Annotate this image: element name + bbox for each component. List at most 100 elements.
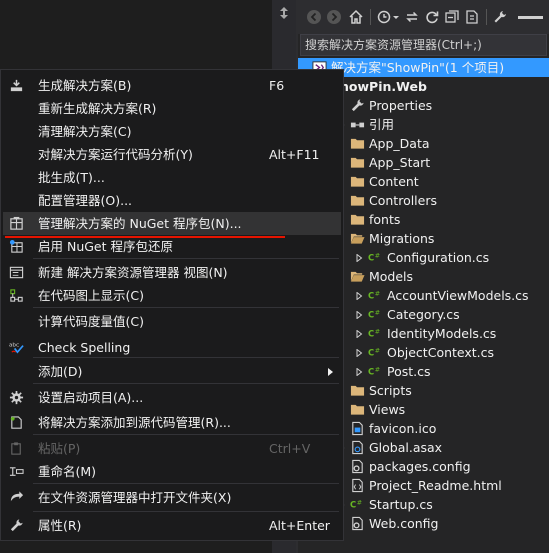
menu-item[interactable]: 设置启动项目(A)...: [3, 386, 341, 409]
show-all-files-icon[interactable]: [464, 9, 480, 25]
menu-item[interactable]: abc Check Spelling: [3, 336, 341, 359]
menu-item-label: 设置启动项目(A)...: [38, 390, 144, 405]
menu-item-shortcut: F6: [269, 78, 285, 93]
refresh-icon[interactable]: [424, 9, 440, 25]
tree-item-label: App_Start: [369, 155, 431, 170]
menu-item[interactable]: 属性(R) Alt+Enter: [3, 514, 341, 537]
menu-item[interactable]: 添加(D): [3, 360, 341, 383]
svg-text:C: C: [350, 499, 356, 509]
menu-separator: [33, 258, 339, 259]
menu-item-label: 属性(R): [38, 518, 82, 533]
menu-item[interactable]: 管理解决方案的 NuGet 程序包(N)...: [3, 212, 341, 235]
home-icon[interactable]: [348, 9, 364, 25]
menu-item-label: 将解决方案添加到源代码管理(R)...: [38, 415, 231, 430]
svg-text:#: #: [375, 290, 381, 298]
tree-item-label: Post.cs: [387, 364, 431, 379]
tree-item-label: favicon.ico: [369, 421, 437, 436]
menu-item[interactable]: 配置管理器(O)...: [3, 189, 341, 212]
svg-text:C: C: [368, 290, 374, 300]
menu-item[interactable]: 批生成(T)...: [3, 166, 341, 189]
sync-icon[interactable]: [404, 9, 420, 25]
back-icon[interactable]: [306, 9, 322, 25]
annotation-red-underline: [5, 236, 285, 238]
split-editor-icon[interactable]: [277, 6, 291, 20]
folder-icon: [350, 193, 365, 208]
submenu-arrow-icon: [328, 368, 333, 376]
collapsed-arrow-icon[interactable]: [354, 343, 364, 362]
menu-item[interactable]: 对解决方案运行代码分析(Y) Alt+F11: [3, 143, 341, 166]
preview-icon[interactable]: [514, 9, 544, 25]
source-control-icon: [9, 415, 24, 430]
menu-item[interactable]: 重命名(M): [3, 460, 341, 483]
nuget-icon: [9, 216, 24, 231]
menu-item-label: 新建 解决方案资源管理器 视图(N): [38, 265, 228, 280]
menu-item-shortcut: Alt+Enter: [269, 518, 330, 533]
nuget-restore-icon: [9, 239, 24, 254]
tree-item-label: packages.config: [369, 459, 471, 474]
folder-icon: [350, 402, 365, 417]
menu-item[interactable]: 启用 NuGet 程序包还原: [3, 235, 341, 258]
menu-item-label: 重命名(M): [38, 464, 97, 479]
menu-item[interactable]: 新建 解决方案资源管理器 视图(N): [3, 261, 341, 284]
rename-icon: [9, 464, 24, 479]
collapsed-arrow-icon[interactable]: [354, 305, 364, 324]
paste-icon: [9, 441, 24, 456]
menu-item[interactable]: 将解决方案添加到源代码管理(R)...: [3, 411, 341, 434]
folder-icon: [350, 136, 365, 151]
menu-item-label: 粘贴(P): [38, 441, 81, 456]
config-file-icon: [350, 459, 365, 474]
tree-item-label: IdentityModels.cs: [387, 326, 497, 341]
csharp-file-icon: C #: [368, 250, 383, 265]
open-folder-icon: [9, 490, 24, 505]
menu-item-label: 管理解决方案的 NuGet 程序包(N)...: [38, 216, 242, 231]
tree-item-label: Startup.cs: [369, 497, 433, 512]
csharp-file-icon: C #: [368, 307, 383, 322]
svg-text:#: #: [375, 347, 381, 355]
menu-item[interactable]: 重新生成解决方案(R): [3, 97, 341, 120]
menu-item[interactable]: 计算代码度量值(C): [3, 310, 341, 333]
wrench-icon: [350, 98, 365, 113]
solution-context-menu: 生成解决方案(B) F6 重新生成解决方案(R) 清理解决方案(C) 对解决方案运行代码…: [0, 69, 344, 541]
menu-item[interactable]: 在文件资源管理器中打开文件夹(X): [3, 486, 341, 509]
history-icon[interactable]: [376, 9, 392, 25]
spell-check-icon: abc: [9, 340, 24, 355]
ico-file-icon: [350, 421, 365, 436]
tree-item-label: Controllers: [369, 193, 437, 208]
folder-open-icon: [350, 269, 365, 284]
menu-item-label: 在文件资源管理器中打开文件夹(X): [38, 490, 232, 505]
collapse-all-icon[interactable]: [444, 9, 460, 25]
config-file-icon: [350, 516, 365, 531]
menu-item-label: 重新生成解决方案(R): [38, 101, 157, 116]
tree-item-label: AccountViewModels.cs: [387, 288, 529, 303]
csharp-file-icon: C #: [368, 364, 383, 379]
menu-item[interactable]: 在代码图上显示(C): [3, 284, 341, 307]
forward-icon[interactable]: [326, 9, 342, 25]
solution-explorer-search-input[interactable]: 搜索解决方案资源管理器(Ctrl+;): [300, 34, 547, 56]
menu-item[interactable]: 清理解决方案(C): [3, 120, 341, 143]
menu-item-label: 对解决方案运行代码分析(Y): [38, 147, 193, 162]
svg-text:abc: abc: [9, 343, 19, 349]
tree-item-label: Properties: [369, 98, 433, 113]
menu-item[interactable]: 生成解决方案(B) F6: [3, 74, 341, 97]
menu-item[interactable]: 粘贴(P) Ctrl+V: [3, 437, 341, 460]
svg-text:#: #: [357, 499, 363, 507]
menu-item-label: 在代码图上显示(C): [38, 288, 144, 303]
tree-item-label: Content: [369, 174, 419, 189]
menu-item-label: 清理解决方案(C): [38, 124, 132, 139]
tree-item-label: Models: [369, 269, 414, 284]
collapsed-arrow-icon[interactable]: [354, 362, 364, 381]
menu-separator: [33, 483, 339, 484]
properties-wrench-icon[interactable]: [492, 9, 508, 25]
svg-text:C: C: [368, 252, 374, 262]
menu-item-label: 计算代码度量值(C): [38, 314, 144, 329]
svg-text:#: #: [375, 309, 381, 317]
collapsed-arrow-icon[interactable]: [354, 324, 364, 343]
menu-item-shortcut: Ctrl+V: [269, 441, 311, 456]
collapsed-arrow-icon[interactable]: [354, 248, 364, 267]
tree-item-label: ShowPin.Web: [331, 79, 427, 94]
dropdown-icon[interactable]: [392, 9, 400, 25]
svg-text:#: #: [375, 252, 381, 260]
svg-text:#: #: [375, 366, 381, 374]
tree-item-label: Scripts: [369, 383, 412, 398]
collapsed-arrow-icon[interactable]: [354, 286, 364, 305]
